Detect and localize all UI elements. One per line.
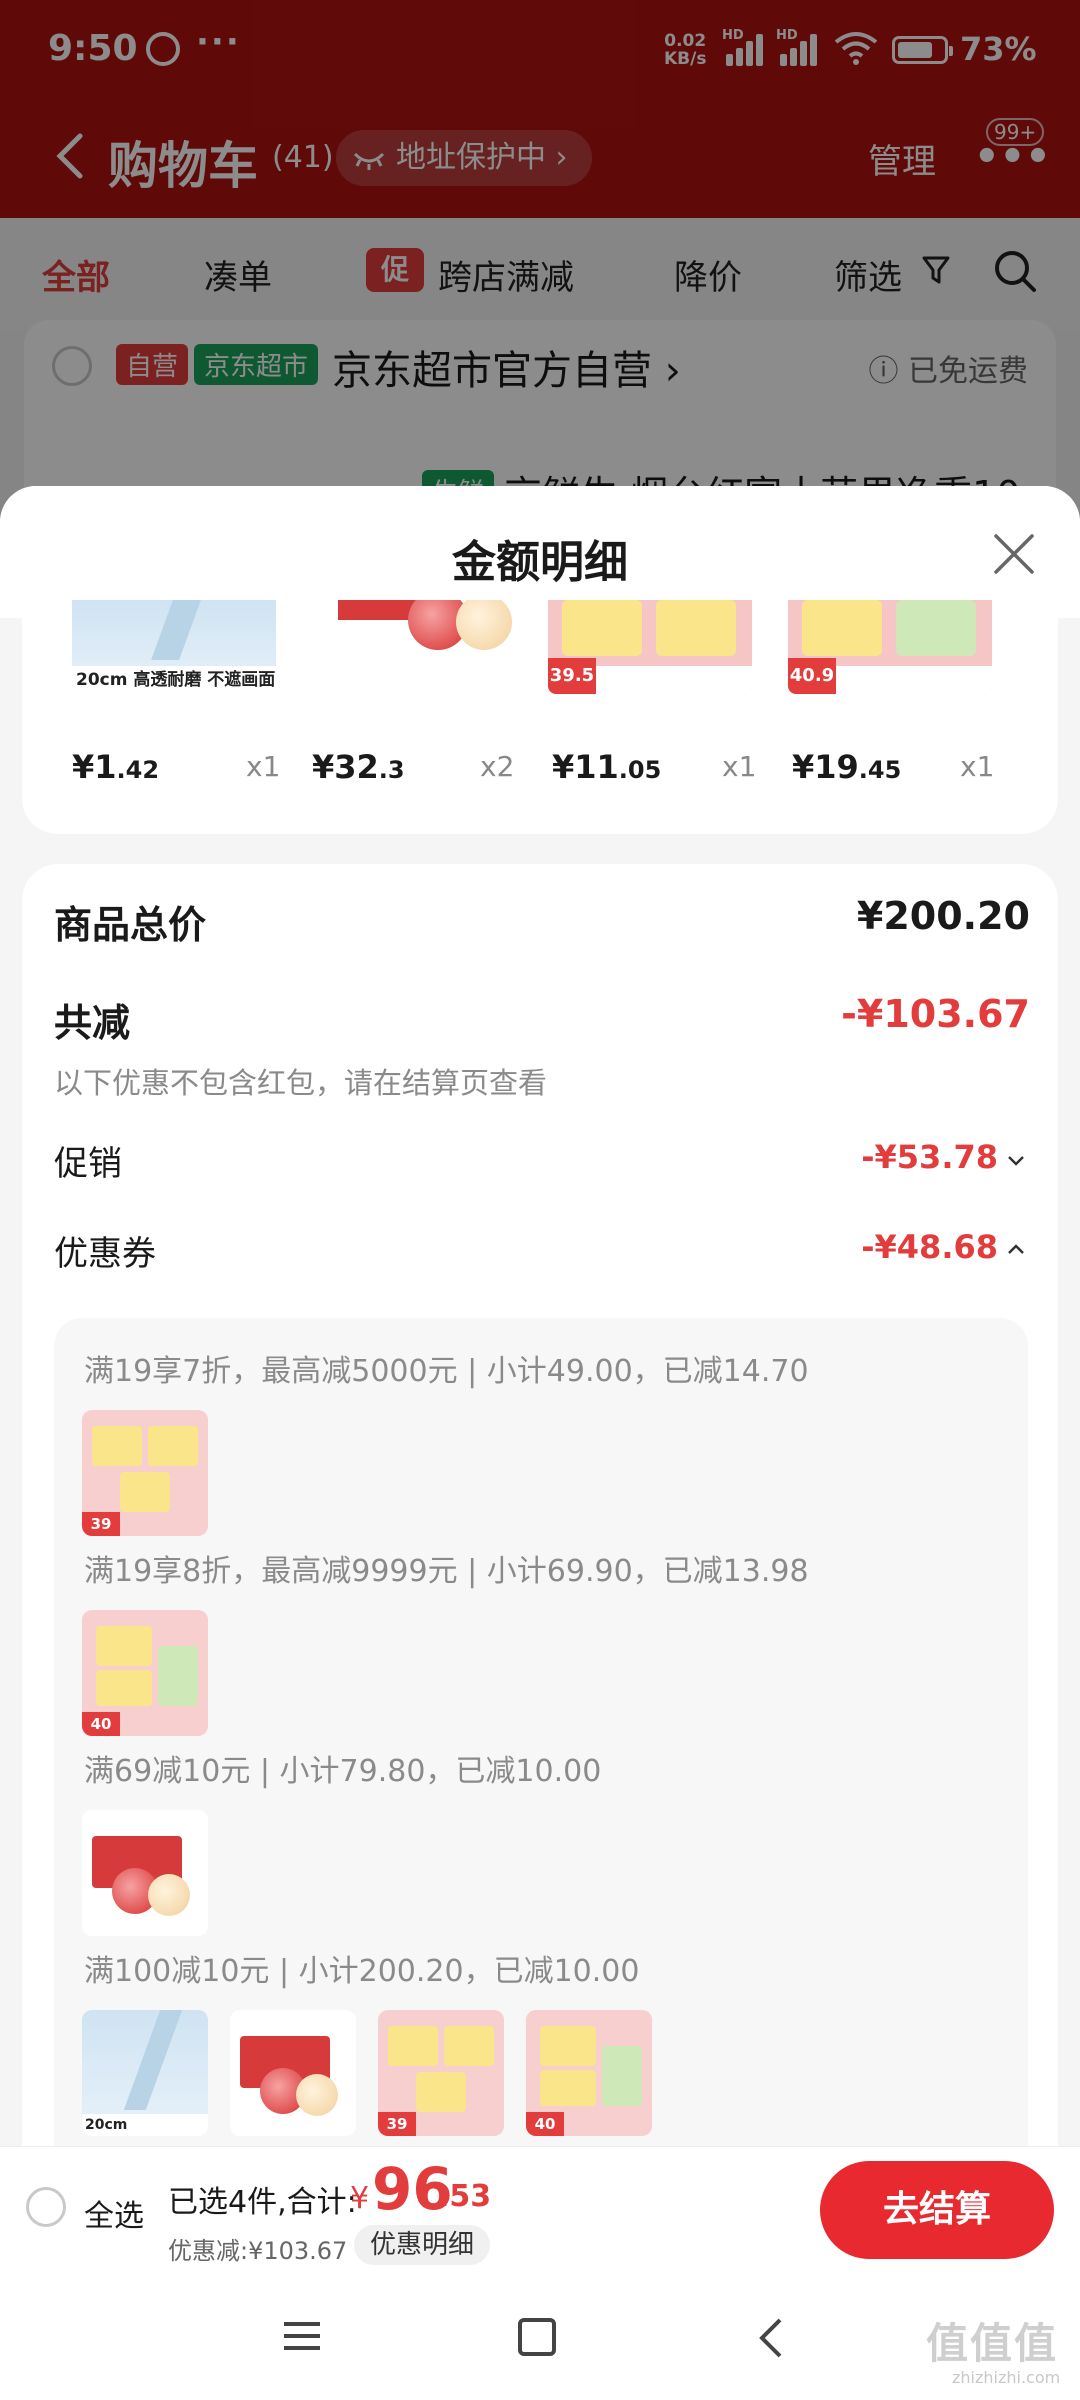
product-thumb: 39.5 — [548, 600, 752, 694]
total-discount-label: 共减 — [54, 1001, 131, 1045]
checkout-button[interactable]: 去结算 — [820, 2161, 1054, 2259]
product-thumb: 40.9 — [788, 600, 992, 694]
product-list: 20cm 高透耐磨 不遮画面 39.5 40.9 ¥1.42 x1 ¥32.3 … — [22, 586, 1058, 834]
chevron-down-icon[interactable] — [1006, 1154, 1026, 1168]
close-icon[interactable] — [990, 530, 1038, 578]
watermark-url: zhizhizhi.com — [952, 2368, 1061, 2387]
product-thumb-price: 40.9 — [788, 658, 836, 694]
selected-summary: 已选4件,合计: — [168, 2185, 357, 2220]
watermark: 值值值 — [926, 2319, 1059, 2368]
coupon-rule: 满69减10元 | 小计79.80，已减10.00 — [84, 1754, 602, 1789]
coupon-product-thumb: 20cm — [82, 2010, 208, 2136]
sheet-title: 金额明细 — [452, 537, 628, 588]
product-price: ¥11.05 — [552, 748, 662, 786]
product-qty: x1 — [722, 750, 757, 783]
coupon-label[interactable]: 优惠券 — [54, 1226, 156, 1275]
coupon-rule: 满19享7折，最高减5000元 | 小计49.00，已减14.70 — [84, 1354, 809, 1389]
product-qty: x1 — [246, 750, 281, 783]
home-icon[interactable] — [518, 2318, 556, 2356]
coupon-details: 满19享7折，最高减5000元 | 小计49.00，已减14.70 39 满19… — [54, 1318, 1028, 2270]
total-discount-value: -¥103.67 — [841, 992, 1030, 1036]
product-thumb — [308, 600, 512, 694]
total-price-label: 商品总价 — [54, 903, 207, 947]
coupon-product-thumb: 40 — [526, 2010, 652, 2136]
product-price: ¥1.42 — [72, 748, 160, 786]
discount-detail-button[interactable]: 优惠明细 — [354, 2225, 491, 2265]
coupon-value[interactable]: -¥48.68 — [861, 1228, 998, 1266]
coupon-product-thumb: 40 — [82, 1610, 208, 1736]
product-qty: x1 — [960, 750, 995, 783]
select-all-label[interactable]: 全选 — [84, 2191, 144, 2235]
total-price-value: ¥200.20 — [856, 894, 1030, 938]
product-qty: x2 — [480, 750, 515, 783]
coupon-product-thumb: 39 — [378, 2010, 504, 2136]
total-currency: ¥ — [350, 2181, 370, 2216]
coupon-rule: 满100减10元 | 小计200.20，已减10.00 — [84, 1954, 640, 1989]
amount-detail-sheet: 金额明细 20cm 高透耐磨 不遮画面 39.5 40.9 ¥1.42 x1 ¥… — [0, 486, 1080, 2270]
product-thumb-caption: 20cm 高透耐磨 不遮画面 — [72, 666, 276, 694]
product-price: ¥19.45 — [792, 748, 902, 786]
system-nav-bar — [0, 2274, 1080, 2400]
menu-icon[interactable] — [282, 2320, 322, 2352]
promotion-label[interactable]: 促销 — [54, 1136, 122, 1185]
product-thumb-price: 39.5 — [548, 658, 596, 694]
chevron-up-icon[interactable] — [1006, 1242, 1026, 1256]
back-nav-icon[interactable] — [758, 2316, 784, 2360]
product-thumb: 20cm 高透耐磨 不遮画面 — [72, 600, 276, 694]
product-price: ¥32.3 — [312, 748, 405, 786]
amount-summary: 商品总价 ¥200.20 共减 -¥103.67 以下优惠不包含红包，请在结算页… — [22, 864, 1058, 2270]
promotion-value[interactable]: -¥53.78 — [861, 1138, 998, 1176]
coupon-product-thumb: 39 — [82, 1410, 208, 1536]
checkout-bar: 全选 已选4件,合计: ¥ 96 .53 优惠减:¥103.67 优惠明细 去结… — [0, 2146, 1080, 2274]
coupon-product-thumb — [82, 1810, 208, 1936]
total-amount-dec: .53 — [438, 2179, 492, 2214]
select-all-radio[interactable] — [26, 2187, 66, 2227]
discount-summary: 优惠减:¥103.67 — [168, 2237, 348, 2265]
coupon-rule: 满19享8折，最高减9999元 | 小计69.90，已减13.98 — [84, 1554, 809, 1589]
discount-note: 以下优惠不包含红包，请在结算页查看 — [54, 1066, 548, 1100]
coupon-product-thumb — [230, 2010, 356, 2136]
